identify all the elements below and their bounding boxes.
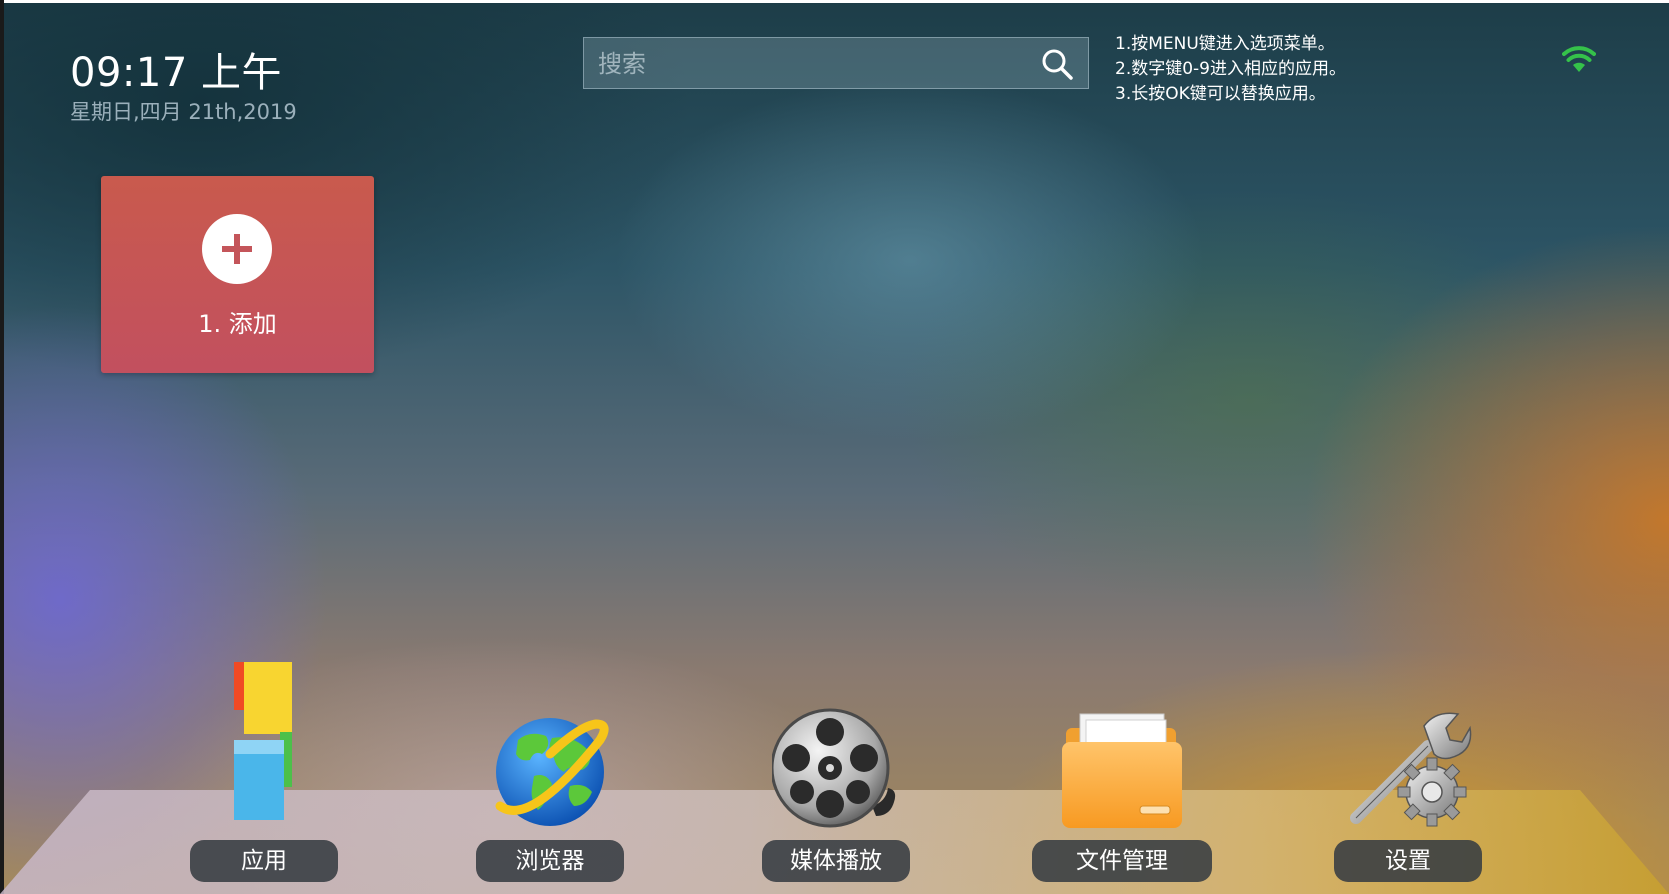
dock-item-apps[interactable]: 应用 [190, 650, 338, 890]
help-instructions: 1.按MENU键进入选项菜单。 2.数字键0-9进入相应的应用。 3.长按OK键… [1115, 32, 1346, 107]
wifi-icon [1562, 44, 1596, 74]
instruction-line: 2.数字键0-9进入相应的应用。 [1115, 59, 1346, 79]
search-input[interactable] [596, 46, 1020, 82]
dock-item-media-player[interactable]: 媒体播放 [762, 650, 910, 890]
dock-label-file-manager: 文件管理 [1032, 840, 1212, 882]
dock-label-media-player: 媒体播放 [762, 840, 910, 882]
search-bar[interactable] [583, 37, 1089, 89]
dock-label-settings: 设置 [1334, 840, 1482, 882]
apps-blocks-icon [230, 660, 300, 820]
left-border [0, 0, 4, 894]
dock-item-browser[interactable]: 浏览器 [476, 650, 624, 890]
dock-item-settings[interactable]: 设置 [1334, 650, 1482, 890]
search-icon[interactable] [1040, 47, 1074, 81]
top-border [0, 0, 1669, 3]
add-tile-label: 1. 添加 [198, 310, 277, 338]
dock-label-apps: 应用 [190, 840, 338, 882]
film-reel-icon [770, 706, 906, 830]
instruction-line: 1.按MENU键进入选项菜单。 [1115, 34, 1335, 54]
folder-icon [1060, 710, 1184, 832]
dock-item-file-manager[interactable]: 文件管理 [1032, 650, 1212, 890]
clock-date: 星期日,四月 21th,2019 [70, 100, 297, 124]
instruction-line: 3.长按OK键可以替换应用。 [1115, 84, 1326, 104]
plus-icon [202, 214, 272, 284]
globe-browser-icon [490, 710, 612, 830]
add-app-tile[interactable]: 1. 添加 [101, 176, 374, 373]
clock-time: 09:17 上午 [70, 50, 282, 96]
dock-label-browser: 浏览器 [476, 840, 624, 882]
wrench-gear-icon [1346, 706, 1474, 834]
